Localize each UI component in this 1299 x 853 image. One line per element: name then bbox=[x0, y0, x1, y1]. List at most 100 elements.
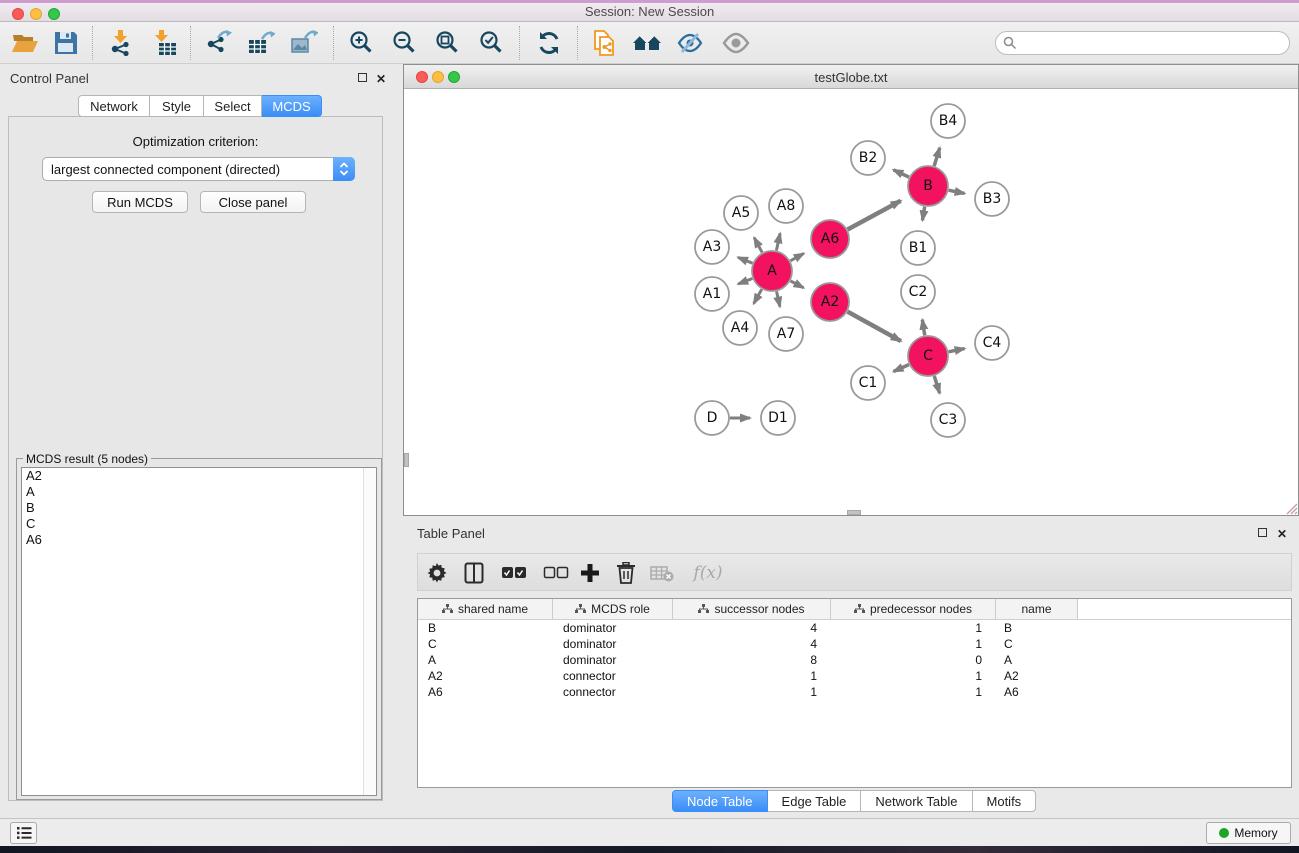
table-cell[interactable]: B bbox=[996, 620, 1078, 636]
table-cell[interactable]: A2 bbox=[996, 668, 1078, 684]
import-network-icon[interactable] bbox=[103, 26, 137, 60]
table-cell[interactable]: connector bbox=[553, 668, 673, 684]
table-cell[interactable]: 8 bbox=[673, 652, 831, 668]
table-panel-float-icon[interactable] bbox=[1258, 528, 1267, 537]
table-cell[interactable]: 4 bbox=[673, 636, 831, 652]
select-all-icon[interactable] bbox=[498, 557, 530, 589]
table-cell[interactable]: 1 bbox=[831, 684, 996, 700]
graph-edge[interactable] bbox=[922, 320, 924, 336]
table-cell[interactable]: dominator bbox=[553, 636, 673, 652]
table-row[interactable]: Cdominator41C bbox=[418, 636, 1291, 652]
tab-node-table[interactable]: Node Table bbox=[672, 790, 768, 812]
table-cell[interactable]: 1 bbox=[673, 684, 831, 700]
network-graph[interactable]: B4B2BB3A5A8A6B1A3AC2A1A2A4A7C4CC1C3DD1 bbox=[404, 89, 1298, 515]
run-mcds-button[interactable]: Run MCDS bbox=[92, 191, 188, 213]
column-header[interactable]: predecessor nodes bbox=[831, 599, 996, 619]
resize-grip-icon[interactable] bbox=[1282, 499, 1298, 515]
table-cell[interactable]: B bbox=[418, 620, 553, 636]
graph-edge[interactable] bbox=[894, 365, 909, 372]
table-cell[interactable]: dominator bbox=[553, 620, 673, 636]
table-cell[interactable]: 4 bbox=[673, 620, 831, 636]
network-hscroll-thumb[interactable] bbox=[847, 510, 861, 515]
result-scrollbar[interactable] bbox=[363, 468, 376, 795]
graph-edge[interactable] bbox=[949, 349, 965, 352]
network-canvas[interactable]: B4B2BB3A5A8A6B1A3AC2A1A2A4A7C4CC1C3DD1 bbox=[404, 89, 1298, 515]
zoom-fit-icon[interactable] bbox=[431, 26, 465, 60]
table-cell[interactable]: 1 bbox=[831, 668, 996, 684]
graph-edge[interactable] bbox=[934, 376, 939, 393]
tab-network[interactable]: Network bbox=[78, 95, 150, 117]
graph-edge[interactable] bbox=[934, 148, 940, 166]
memory-button[interactable]: Memory bbox=[1206, 822, 1291, 844]
table-cell[interactable]: connector bbox=[553, 684, 673, 700]
save-session-icon[interactable] bbox=[49, 26, 83, 60]
tab-style[interactable]: Style bbox=[150, 95, 204, 117]
table-cell[interactable]: C bbox=[418, 636, 553, 652]
graph-edge[interactable] bbox=[949, 190, 965, 193]
graph-edge[interactable] bbox=[790, 253, 803, 260]
table-row[interactable]: Bdominator41B bbox=[418, 620, 1291, 636]
open-file-icon[interactable] bbox=[8, 26, 42, 60]
delete-table-icon[interactable] bbox=[646, 557, 678, 589]
export-image-icon[interactable] bbox=[287, 26, 321, 60]
table-row[interactable]: A2connector11A2 bbox=[418, 668, 1291, 684]
gear-icon[interactable] bbox=[421, 557, 453, 589]
tab-select[interactable]: Select bbox=[204, 95, 262, 117]
table-cell[interactable]: A6 bbox=[418, 684, 553, 700]
column-header[interactable]: successor nodes bbox=[673, 599, 831, 619]
graph-edge[interactable] bbox=[738, 279, 752, 284]
graph-edge[interactable] bbox=[776, 233, 780, 250]
tab-network-table[interactable]: Network Table bbox=[861, 790, 972, 812]
deselect-all-icon[interactable] bbox=[540, 557, 572, 589]
control-panel-float-icon[interactable] bbox=[358, 73, 367, 82]
graph-edge[interactable] bbox=[848, 312, 901, 341]
column-header[interactable]: MCDS role bbox=[553, 599, 673, 619]
list-item[interactable]: A2 bbox=[22, 468, 376, 484]
graph-edge[interactable] bbox=[754, 238, 762, 253]
import-table-icon[interactable] bbox=[147, 26, 181, 60]
refresh-icon[interactable] bbox=[532, 26, 566, 60]
graph-edge[interactable] bbox=[893, 170, 909, 177]
table-cell[interactable]: A bbox=[996, 652, 1078, 668]
search-field[interactable] bbox=[995, 31, 1290, 55]
export-network-icon[interactable] bbox=[201, 26, 235, 60]
table-row[interactable]: Adominator80A bbox=[418, 652, 1291, 668]
network-window-titlebar[interactable]: testGlobe.txt bbox=[404, 65, 1298, 89]
table-cell[interactable]: C bbox=[996, 636, 1078, 652]
table-cell[interactable]: A6 bbox=[996, 684, 1078, 700]
table-cell[interactable]: 1 bbox=[831, 636, 996, 652]
graph-edge[interactable] bbox=[777, 291, 780, 306]
show-all-icon[interactable] bbox=[719, 26, 753, 60]
table-panel-close-icon[interactable]: ✕ bbox=[1277, 528, 1287, 540]
hide-selected-icon[interactable] bbox=[673, 26, 707, 60]
columns-icon[interactable] bbox=[458, 557, 490, 589]
tab-edge-table[interactable]: Edge Table bbox=[768, 790, 862, 812]
first-neighbors-icon[interactable] bbox=[630, 26, 664, 60]
clone-network-icon[interactable] bbox=[588, 26, 622, 60]
list-item[interactable]: B bbox=[22, 500, 376, 516]
table-cell[interactable]: dominator bbox=[553, 652, 673, 668]
table-cell[interactable]: A bbox=[418, 652, 553, 668]
table-cell[interactable]: 1 bbox=[831, 620, 996, 636]
table-cell[interactable]: A2 bbox=[418, 668, 553, 684]
table-cell[interactable]: 1 bbox=[673, 668, 831, 684]
zoom-out-icon[interactable] bbox=[388, 26, 422, 60]
table-cell[interactable]: 0 bbox=[831, 652, 996, 668]
column-header[interactable]: name bbox=[996, 599, 1078, 619]
export-table-icon[interactable] bbox=[244, 26, 278, 60]
graph-edge[interactable] bbox=[922, 207, 924, 221]
tab-mcds[interactable]: MCDS bbox=[262, 95, 322, 117]
delete-column-icon[interactable] bbox=[610, 557, 642, 589]
control-panel-close-icon[interactable]: ✕ bbox=[376, 73, 386, 85]
criterion-dropdown[interactable]: largest connected component (directed) bbox=[42, 157, 355, 181]
function-builder-icon[interactable]: f(x) bbox=[686, 557, 730, 589]
search-input[interactable] bbox=[1021, 36, 1289, 50]
graph-edge[interactable] bbox=[738, 257, 753, 263]
list-item[interactable]: A6 bbox=[22, 532, 376, 548]
graph-edge[interactable] bbox=[754, 289, 762, 303]
network-vscroll-thumb[interactable] bbox=[404, 453, 409, 467]
list-item[interactable]: C bbox=[22, 516, 376, 532]
graph-edge[interactable] bbox=[791, 281, 804, 288]
graph-edge[interactable] bbox=[848, 201, 901, 230]
zoom-in-icon[interactable] bbox=[345, 26, 379, 60]
